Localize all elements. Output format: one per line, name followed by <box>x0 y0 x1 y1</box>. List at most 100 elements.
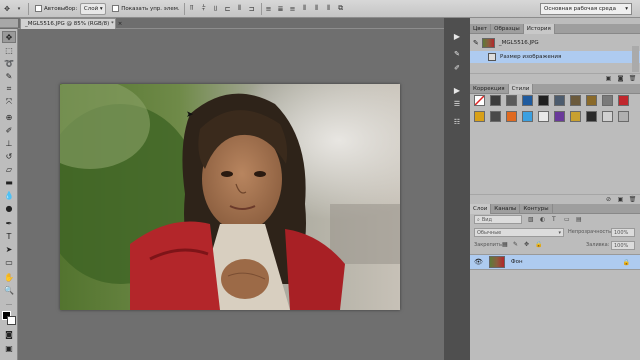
eraser-tool-icon[interactable]: ▱ <box>2 163 16 175</box>
new-document-icon[interactable]: ▣ <box>604 74 613 82</box>
new-style-icon[interactable]: ▣ <box>616 195 625 203</box>
filter-adjustment-icon[interactable]: ◐ <box>540 216 545 223</box>
brush-tool-icon[interactable]: ✐ <box>2 124 16 136</box>
lock-transparency-icon[interactable]: ▦ <box>502 241 508 248</box>
quick-select-tool-icon[interactable]: ✎ <box>2 70 16 82</box>
brush-presets-icon[interactable]: ☰ <box>449 98 465 110</box>
play-icon[interactable]: ▶ <box>449 84 465 96</box>
close-icon[interactable]: × <box>118 21 123 27</box>
filter-shape-icon[interactable]: ▭ <box>564 216 570 223</box>
style-swatch[interactable] <box>538 111 549 122</box>
style-swatch[interactable] <box>506 111 517 122</box>
autoselect-dropdown[interactable]: Слой ▾ <box>80 2 107 15</box>
style-swatch[interactable] <box>490 111 501 122</box>
style-swatch[interactable] <box>586 111 597 122</box>
chevron-down-icon[interactable]: ▾ <box>14 4 24 14</box>
character-icon[interactable]: ☷ <box>449 116 465 128</box>
clear-style-icon[interactable]: ⊘ <box>604 195 613 203</box>
gradient-tool-icon[interactable]: ▬ <box>2 176 16 188</box>
history-step-row[interactable]: Размер изображения <box>470 51 640 63</box>
style-swatch[interactable] <box>474 95 485 106</box>
document-tab[interactable]: _MGL5516.JPG @ 85% (RGB/8) * × <box>20 18 122 29</box>
tab-adjustments[interactable]: Коррекция <box>470 84 509 94</box>
move-tool-icon[interactable]: ✥ <box>2 4 12 14</box>
align-right-icon[interactable]: ⊐ <box>247 4 257 14</box>
style-swatch[interactable] <box>570 95 581 106</box>
tab-swatches[interactable]: Образцы <box>491 24 524 34</box>
tab-color[interactable]: Цвет <box>470 24 492 34</box>
history-brush-tool-icon[interactable]: ↺ <box>2 150 16 162</box>
pen-tool-icon[interactable]: ✒ <box>2 217 16 229</box>
tab-history[interactable]: История <box>523 24 555 34</box>
distribute-hcenter-icon[interactable]: ⦀ <box>312 4 322 14</box>
show-controls-checkbox[interactable] <box>112 5 120 12</box>
photo-image[interactable] <box>60 84 400 310</box>
tools-preset-icon[interactable]: ✎ <box>449 48 465 60</box>
paragraph-icon[interactable]: ✐ <box>449 62 465 74</box>
path-select-tool-icon[interactable]: ➤ <box>2 243 16 255</box>
quick-mask-icon[interactable]: ◙ <box>2 328 16 340</box>
screen-mode-icon[interactable]: ▣ <box>2 342 16 354</box>
style-swatch[interactable] <box>602 95 613 106</box>
filter-smart-icon[interactable]: ▤ <box>576 216 582 223</box>
align-hcenter-icon[interactable]: ⫴ <box>235 4 245 14</box>
tab-styles[interactable]: Стили <box>508 84 534 94</box>
marquee-tool-icon[interactable]: ⬚ <box>2 44 16 56</box>
dodge-tool-icon[interactable]: ● <box>2 202 16 214</box>
crop-tool-icon[interactable]: ⌗ <box>2 83 16 95</box>
more-tools-icon[interactable]: … <box>2 297 16 309</box>
style-swatch[interactable] <box>506 95 517 106</box>
align-top-icon[interactable]: ⫪ <box>187 4 197 14</box>
style-swatch[interactable] <box>602 111 613 122</box>
trash-icon[interactable]: 🗑 <box>628 195 637 203</box>
healing-brush-tool-icon[interactable]: ⊕ <box>2 111 16 123</box>
distribute-right-icon[interactable]: ⦀ <box>324 4 334 14</box>
clone-stamp-tool-icon[interactable]: ⊥ <box>2 137 16 149</box>
filter-pixel-icon[interactable]: ▧ <box>528 216 534 223</box>
lock-position-icon[interactable]: ✥ <box>524 241 529 248</box>
tab-layers[interactable]: Слои <box>470 204 492 214</box>
distribute-top-icon[interactable]: ≡ <box>264 4 274 14</box>
trash-icon[interactable]: 🗑 <box>628 74 637 82</box>
tab-paths[interactable]: Контуры <box>520 204 553 214</box>
auto-align-icon[interactable]: ⧉ <box>336 4 346 14</box>
style-swatch[interactable] <box>490 95 501 106</box>
style-swatch[interactable] <box>554 111 565 122</box>
shape-tool-icon[interactable]: ▭ <box>2 256 16 268</box>
filter-type-icon[interactable]: T <box>552 216 556 223</box>
eyedropper-tool-icon[interactable]: ⤧ <box>2 96 16 108</box>
align-left-icon[interactable]: ⊏ <box>223 4 233 14</box>
style-swatch[interactable] <box>522 111 533 122</box>
align-vcenter-icon[interactable]: ⫩ <box>199 4 209 14</box>
style-swatch[interactable] <box>474 111 485 122</box>
zoom-tool-icon[interactable]: 🔍 <box>2 284 16 296</box>
distribute-bottom-icon[interactable]: ≡ <box>288 4 298 14</box>
type-tool-icon[interactable]: T <box>2 230 16 242</box>
blur-tool-icon[interactable]: 💧 <box>2 189 16 201</box>
style-swatch[interactable] <box>618 111 629 122</box>
layer-row[interactable]: 👁 Фон 🔒 <box>470 254 640 270</box>
history-snapshot-row[interactable]: ✎ _MGL5516.JPG <box>470 36 640 50</box>
autoselect-checkbox[interactable] <box>35 5 42 12</box>
eye-icon[interactable]: 👁 <box>474 258 483 266</box>
move-tool-icon[interactable]: ✥ <box>2 31 16 43</box>
play-icon[interactable]: ▶ <box>449 30 465 42</box>
opacity-input[interactable]: 100% <box>611 228 635 237</box>
distribute-left-icon[interactable]: ⦀ <box>300 4 310 14</box>
background-color-swatch[interactable] <box>7 316 16 325</box>
style-swatch[interactable] <box>570 111 581 122</box>
history-scrollbar[interactable] <box>632 46 639 72</box>
layer-kind-filter[interactable]: ⌕ Вид <box>474 215 522 224</box>
lock-pixels-icon[interactable]: ✎ <box>513 241 518 248</box>
camera-icon[interactable]: ◙ <box>616 74 625 82</box>
workspace-switcher[interactable]: Основная рабочая среда ▾ <box>540 3 632 15</box>
fill-input[interactable]: 100% <box>611 241 635 250</box>
lasso-tool-icon[interactable]: ➰ <box>2 57 16 69</box>
align-bottom-icon[interactable]: ⫫ <box>211 4 221 14</box>
lock-all-icon[interactable]: 🔒 <box>535 241 542 248</box>
toolbar-header[interactable] <box>0 19 18 28</box>
style-swatch[interactable] <box>618 95 629 106</box>
distribute-vcenter-icon[interactable]: ≣ <box>276 4 286 14</box>
style-swatch[interactable] <box>586 95 597 106</box>
style-swatch[interactable] <box>522 95 533 106</box>
